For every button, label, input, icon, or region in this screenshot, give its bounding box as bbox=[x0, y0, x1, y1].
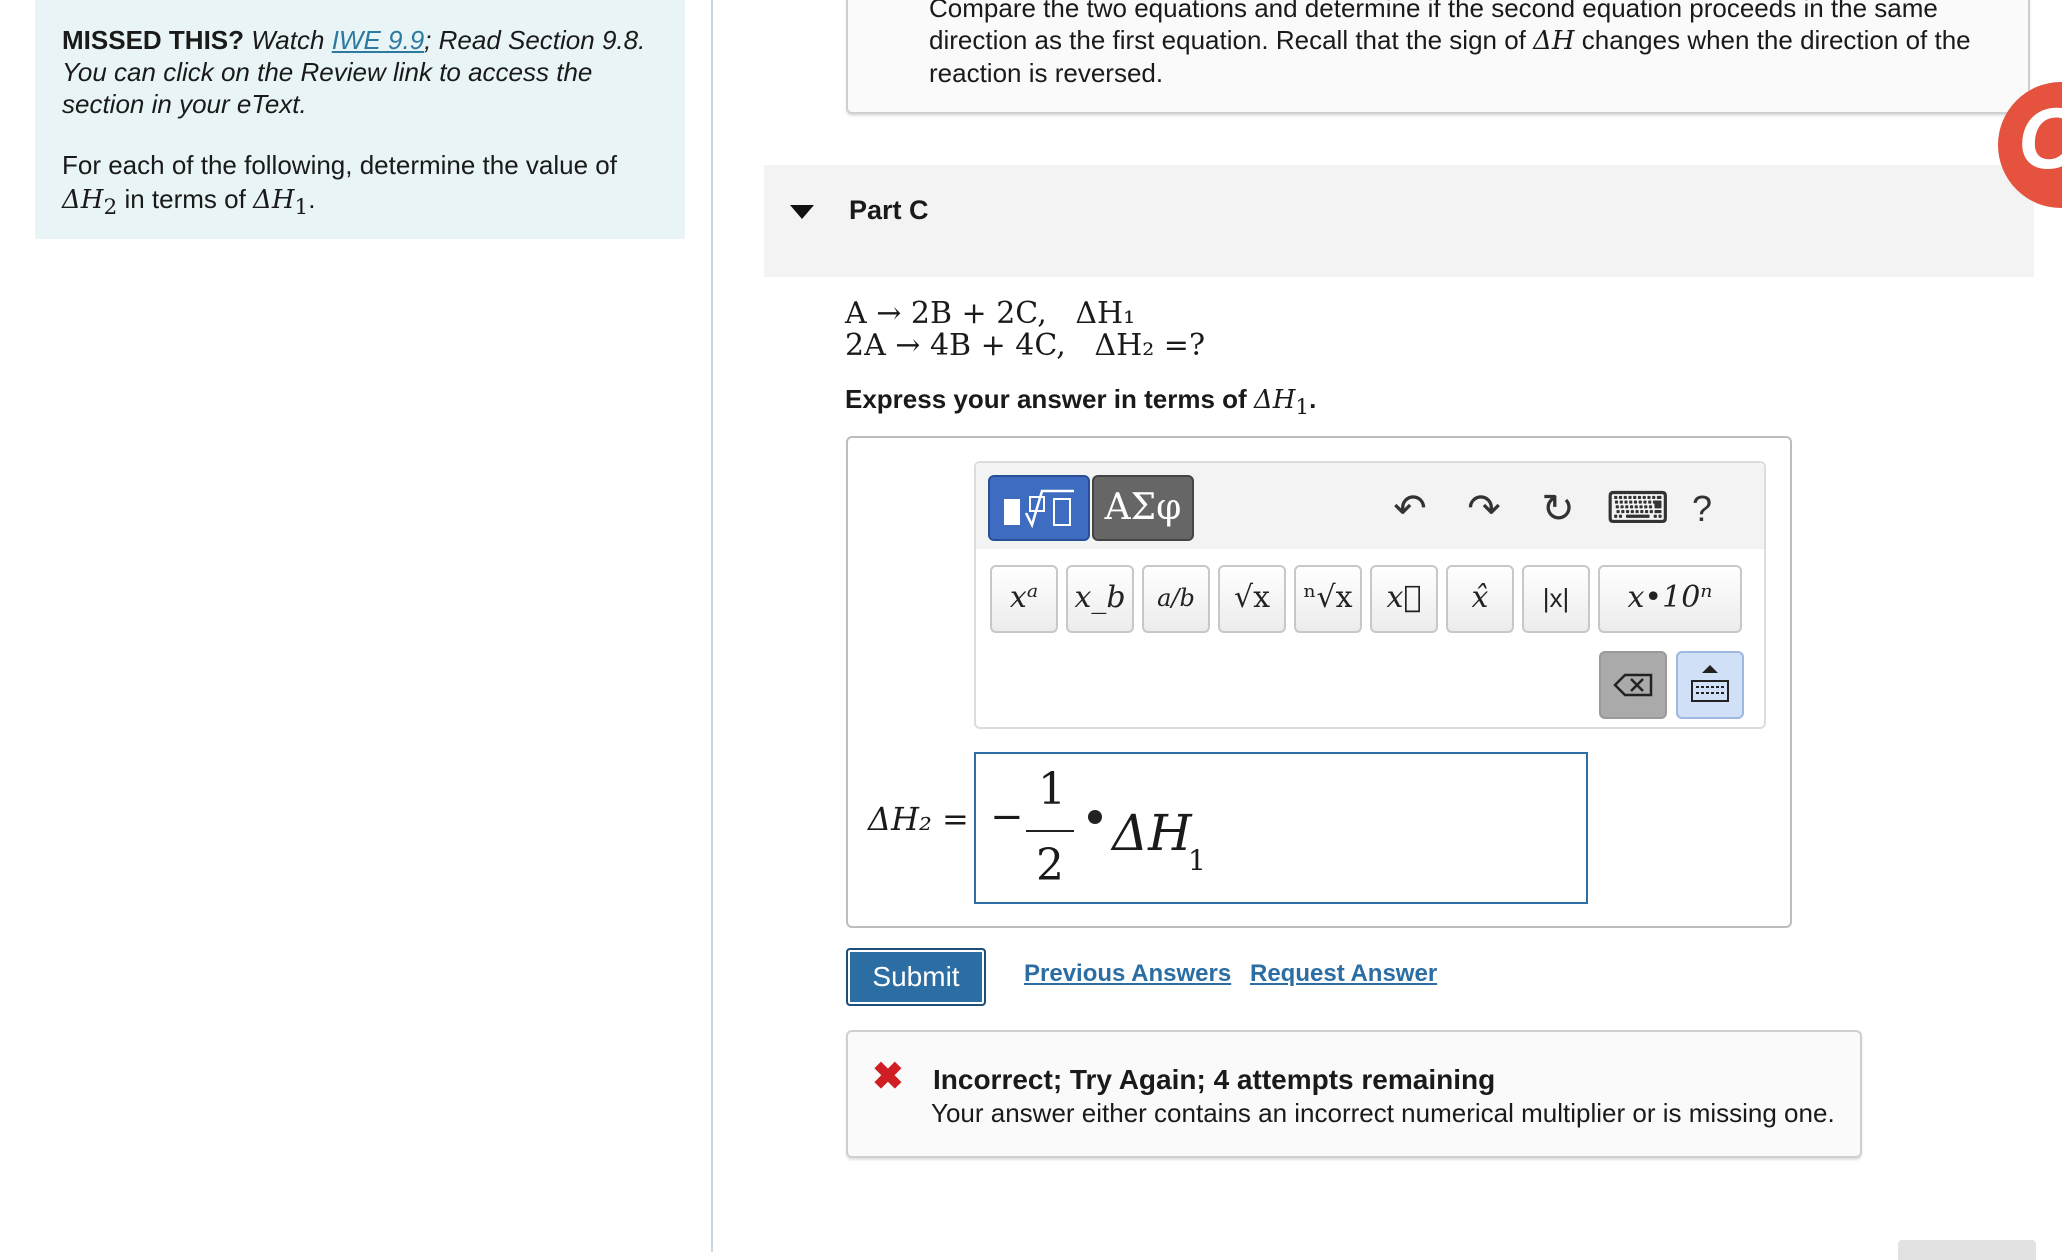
answer-denominator: 2 bbox=[1036, 840, 1064, 891]
backspace-glyph bbox=[1613, 673, 1653, 697]
prompt-prefix: Express your answer in terms of bbox=[845, 384, 1254, 414]
hint-box: Compare the two equations and determine … bbox=[846, 0, 2030, 114]
request-answer-link[interactable]: Request Answer bbox=[1250, 960, 1437, 988]
instruction-prefix: For each of the following, determine the… bbox=[62, 150, 617, 180]
hint-line-3: reaction is reversed. bbox=[929, 58, 1164, 88]
keyboard-shortcuts-icon[interactable]: ⌨ bbox=[1606, 483, 1670, 535]
prompt-dh: ΔH bbox=[1253, 385, 1296, 415]
part-c-header[interactable]: Part C bbox=[764, 165, 2034, 277]
dh2-symbol: ΔH bbox=[62, 185, 104, 215]
prompt-sub: 1 bbox=[1295, 395, 1310, 421]
redo-icon[interactable]: ↷ bbox=[1458, 483, 1510, 535]
hint-line-2b: changes when the direction of the bbox=[1574, 25, 1971, 55]
bottom-button[interactable] bbox=[1898, 1240, 2036, 1260]
superscript-key[interactable]: xᵃ bbox=[990, 565, 1058, 633]
submit-button[interactable]: Submit bbox=[846, 948, 986, 1006]
iwe-link[interactable]: IWE 9.9 bbox=[332, 25, 424, 55]
backspace-icon[interactable] bbox=[1599, 651, 1667, 719]
prompt-end: . bbox=[1309, 384, 1317, 414]
multiply-dot bbox=[1088, 810, 1102, 824]
reset-icon[interactable]: ↻ bbox=[1532, 483, 1584, 535]
nth-root-key[interactable]: ⁿ√x bbox=[1294, 565, 1362, 633]
absolute-value-key[interactable]: |x| bbox=[1522, 565, 1590, 633]
hint-dh-symbol: ΔH bbox=[1533, 26, 1575, 56]
equation-2: 2A → 4B + 4C, ΔH₂ =? bbox=[845, 328, 1206, 363]
dh1-sub: 1 bbox=[294, 195, 309, 221]
hint-line-1: Compare the two equations and determine … bbox=[929, 0, 1938, 23]
answer-variable: ΔH bbox=[1112, 804, 1192, 862]
subscript-key[interactable]: x_b bbox=[1066, 565, 1134, 633]
feedback-box: ✖ Incorrect; Try Again; 4 attempts remai… bbox=[846, 1030, 1862, 1158]
instruction-mid: in terms of bbox=[117, 184, 254, 214]
keyboard-glyph bbox=[1691, 665, 1729, 702]
info-panel: MISSED THIS? Watch IWE 9.9; Read Section… bbox=[35, 0, 685, 239]
answer-minus: − bbox=[990, 794, 1024, 840]
equation-1: A → 2B + 2C, ΔH₁ bbox=[845, 296, 1136, 331]
collapse-arrow-icon[interactable] bbox=[790, 205, 814, 219]
instruction-end: . bbox=[308, 184, 316, 214]
previous-answers-link[interactable]: Previous Answers bbox=[1024, 960, 1231, 988]
missed-this-note: MISSED THIS? Watch IWE 9.9; Read Section… bbox=[62, 24, 672, 120]
math-toolbar: ΑΣφ ↶ ↷ ↻ ⌨ ? xᵃ x_b a/b √x ⁿ√x x⃗ x̂ |x… bbox=[974, 461, 1766, 729]
sqrt-key[interactable]: √x bbox=[1218, 565, 1286, 633]
templates-tab[interactable] bbox=[988, 475, 1090, 541]
answer-input[interactable]: − 1 2 ΔH 1 bbox=[974, 752, 1588, 904]
hint-line-2: direction as the first equation. Recall … bbox=[929, 24, 2019, 57]
part-title: Part C bbox=[849, 195, 929, 225]
missed-label: MISSED THIS? bbox=[62, 25, 245, 55]
hint-text: Compare the two equations and determine … bbox=[929, 0, 2019, 89]
watch-text: Watch bbox=[244, 25, 332, 55]
symbols-tab[interactable]: ΑΣφ bbox=[1092, 475, 1194, 541]
instruction-text: For each of the following, determine the… bbox=[62, 148, 672, 225]
fraction-key[interactable]: a/b bbox=[1142, 565, 1210, 633]
incorrect-icon: ✖ bbox=[872, 1056, 904, 1098]
feedback-detail: Your answer either contains an incorrect… bbox=[931, 1098, 1835, 1128]
column-divider bbox=[711, 0, 713, 1252]
undo-icon[interactable]: ↶ bbox=[1384, 483, 1436, 535]
answer-prompt: Express your answer in terms of ΔH1. bbox=[845, 384, 1316, 420]
vector-key[interactable]: x⃗ bbox=[1370, 565, 1438, 633]
answer-label: ΔH₂ = bbox=[868, 800, 969, 838]
dh1-symbol: ΔH bbox=[253, 185, 295, 215]
help-icon[interactable]: ? bbox=[1676, 483, 1728, 535]
feedback-title: Incorrect; Try Again; 4 attempts remaini… bbox=[933, 1064, 1496, 1095]
hint-line-2a: direction as the first equation. Recall … bbox=[929, 25, 1534, 55]
keyboard-icon[interactable] bbox=[1676, 651, 1744, 719]
answer-numerator: 1 bbox=[1038, 764, 1066, 815]
scientific-notation-key[interactable]: x•10ⁿ bbox=[1598, 565, 1742, 633]
answer-box: ΑΣφ ↶ ↷ ↻ ⌨ ? xᵃ x_b a/b √x ⁿ√x x⃗ x̂ |x… bbox=[846, 436, 1792, 928]
templates-icon bbox=[1004, 489, 1074, 529]
answer-subscript: 1 bbox=[1188, 844, 1206, 877]
dh2-sub: 2 bbox=[103, 195, 118, 221]
unit-vector-key[interactable]: x̂ bbox=[1446, 565, 1514, 633]
fraction-bar bbox=[1026, 830, 1074, 832]
